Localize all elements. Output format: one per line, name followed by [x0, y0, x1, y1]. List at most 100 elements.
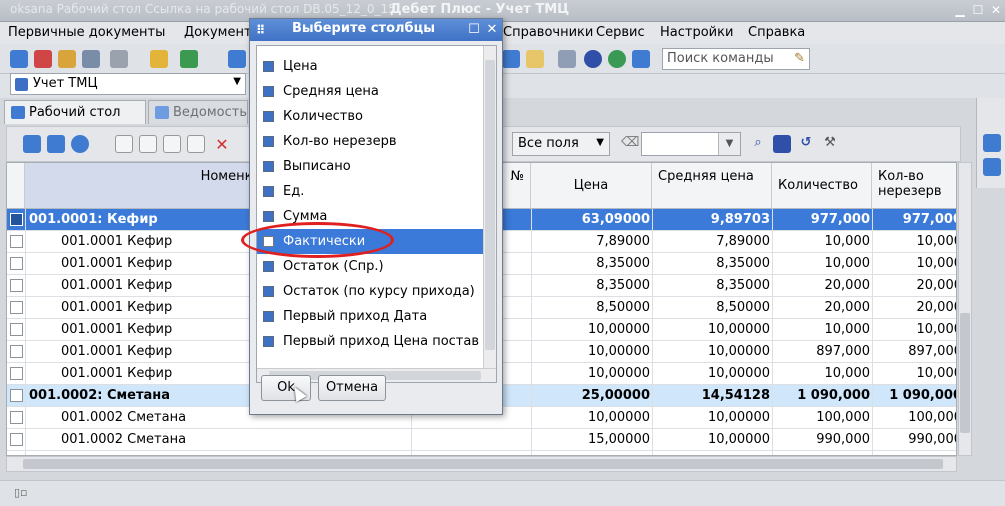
header-price[interactable]: Цена: [531, 163, 652, 209]
chevron-down-icon[interactable]: ▼: [596, 137, 604, 148]
tools-icon[interactable]: ⚒: [821, 135, 839, 153]
undo-icon[interactable]: ↺: [797, 135, 815, 153]
maximize-icon[interactable]: ☐: [970, 2, 986, 18]
menu-document[interactable]: Документ: [184, 25, 252, 40]
add-icon[interactable]: [180, 50, 198, 68]
eraser-icon[interactable]: ⌫: [621, 135, 639, 153]
list-vertical-scrollbar[interactable]: [483, 46, 496, 368]
panel-icon[interactable]: [983, 134, 1001, 152]
column-option-checkbox[interactable]: [263, 161, 274, 172]
database-icon[interactable]: [10, 50, 28, 68]
tab-statement[interactable]: Ведомость: [148, 100, 248, 124]
menu-help[interactable]: Справка: [748, 25, 805, 40]
close-icon[interactable]: ✕: [988, 2, 1004, 18]
row-checkbox[interactable]: [10, 411, 23, 424]
maximize-icon[interactable]: ☐: [466, 22, 482, 38]
panel-icon[interactable]: [983, 158, 1001, 176]
header-checkbox-column: [7, 163, 25, 209]
cancel-button[interactable]: Отмена: [318, 375, 386, 401]
binoculars-icon[interactable]: ⌕: [749, 135, 767, 153]
row-checkbox[interactable]: [10, 433, 23, 446]
open-icon[interactable]: [34, 50, 52, 68]
edit-doc-icon[interactable]: [139, 135, 157, 153]
column-option-checkbox[interactable]: [263, 311, 274, 322]
tab-desktop[interactable]: Рабочий стол: [4, 100, 146, 124]
new-doc-icon[interactable]: [115, 135, 133, 153]
column-option-checkbox[interactable]: [263, 211, 274, 222]
menu-service[interactable]: Сервис: [596, 25, 645, 40]
column-option-checkbox[interactable]: [263, 136, 274, 147]
scroll-thumb[interactable]: [485, 60, 495, 350]
header-avg-price[interactable]: Средняя цена: [652, 163, 772, 209]
minimize-icon[interactable]: ▁: [952, 2, 968, 18]
column-option[interactable]: Первый приход Цена постав: [257, 329, 483, 354]
column-option[interactable]: Цена: [257, 54, 483, 79]
column-option-checkbox[interactable]: [263, 186, 274, 197]
column-option[interactable]: Выписано: [257, 154, 483, 179]
column-option-label: Остаток (Спр.): [283, 259, 384, 274]
mailbox-icon[interactable]: [632, 50, 650, 68]
grid-vertical-scrollbar[interactable]: [958, 162, 972, 456]
column-option[interactable]: Количество: [257, 104, 483, 129]
filter-text-input[interactable]: ▼: [641, 132, 741, 156]
command-search-input[interactable]: Поиск команды ✎: [662, 48, 810, 70]
brush-icon[interactable]: ✎: [794, 51, 805, 66]
row-checkbox[interactable]: [10, 235, 23, 248]
help-icon[interactable]: [584, 50, 602, 68]
row-checkbox[interactable]: [10, 367, 23, 380]
column-option-checkbox[interactable]: [263, 86, 274, 97]
delete-icon[interactable]: ✕: [213, 135, 231, 154]
chevron-down-icon[interactable]: ▼: [233, 76, 241, 87]
column-option[interactable]: Первый приход Дата: [257, 304, 483, 329]
table-icon[interactable]: [773, 135, 791, 153]
filter-field-select[interactable]: Все поля ▼: [512, 132, 610, 156]
mail-icon[interactable]: [526, 50, 544, 68]
header-quantity[interactable]: Количество: [772, 163, 872, 209]
report-icon[interactable]: [82, 50, 100, 68]
column-option[interactable]: Средняя цена: [257, 79, 483, 104]
row-checkbox[interactable]: [10, 323, 23, 336]
column-option-checkbox[interactable]: [263, 286, 274, 297]
close-icon[interactable]: ✕: [484, 22, 500, 38]
menu-settings[interactable]: Настройки: [660, 25, 733, 40]
column-option[interactable]: Остаток (по курсу прихода): [257, 279, 483, 304]
row-checkbox[interactable]: [10, 389, 23, 402]
reload-icon[interactable]: [71, 135, 89, 153]
row-checkbox[interactable]: [10, 301, 23, 314]
arrow-right-icon[interactable]: [47, 135, 65, 153]
menu-directories[interactable]: Справочники: [503, 25, 593, 40]
copy-doc-icon[interactable]: [163, 135, 181, 153]
row-checkbox[interactable]: [10, 345, 23, 358]
scroll-thumb[interactable]: [23, 459, 943, 469]
module-selector[interactable]: Учет ТМЦ ▼: [10, 73, 246, 95]
header-free-quantity[interactable]: Кол-во нерезерв: [872, 163, 956, 209]
clipboard-icon[interactable]: [110, 50, 128, 68]
column-option[interactable]: Кол-во нерезерв: [257, 129, 483, 154]
cell-free-quantity: 20,000: [916, 278, 957, 293]
column-option-checkbox[interactable]: [263, 61, 274, 72]
column-option[interactable]: Остаток (Спр.): [257, 254, 483, 279]
header-label: Кол-во нерезерв: [878, 169, 942, 199]
folder-icon[interactable]: [150, 50, 168, 68]
scroll-thumb[interactable]: [960, 313, 970, 433]
column-option-checkbox[interactable]: [263, 111, 274, 122]
row-checkbox[interactable]: [10, 213, 23, 226]
arrow-left-icon[interactable]: [23, 135, 41, 153]
grid-horizontal-scrollbar[interactable]: [6, 456, 957, 472]
menu-primary-docs[interactable]: Первичные документы: [8, 25, 165, 40]
refresh-icon[interactable]: [502, 50, 520, 68]
chevron-down-icon[interactable]: ▼: [718, 133, 740, 155]
edit-icon[interactable]: [58, 50, 76, 68]
globe-icon[interactable]: [608, 50, 626, 68]
cell-avg-price: 10,00000: [707, 410, 770, 425]
row-checkbox[interactable]: [10, 279, 23, 292]
find-doc-icon[interactable]: [187, 135, 205, 153]
message-icon[interactable]: [558, 50, 576, 68]
column-option[interactable]: Ед.: [257, 179, 483, 204]
row-checkbox[interactable]: [10, 257, 23, 270]
column-option-checkbox[interactable]: [263, 336, 274, 347]
table-row[interactable]: 001.0002 Сметана 15,00000 10,00000 990,000 9…: [7, 429, 956, 451]
calendar-icon[interactable]: [228, 50, 246, 68]
column-option-checkbox[interactable]: [263, 261, 274, 272]
dialog-titlebar[interactable]: ⠿ Выберите столбцы: [250, 19, 502, 41]
